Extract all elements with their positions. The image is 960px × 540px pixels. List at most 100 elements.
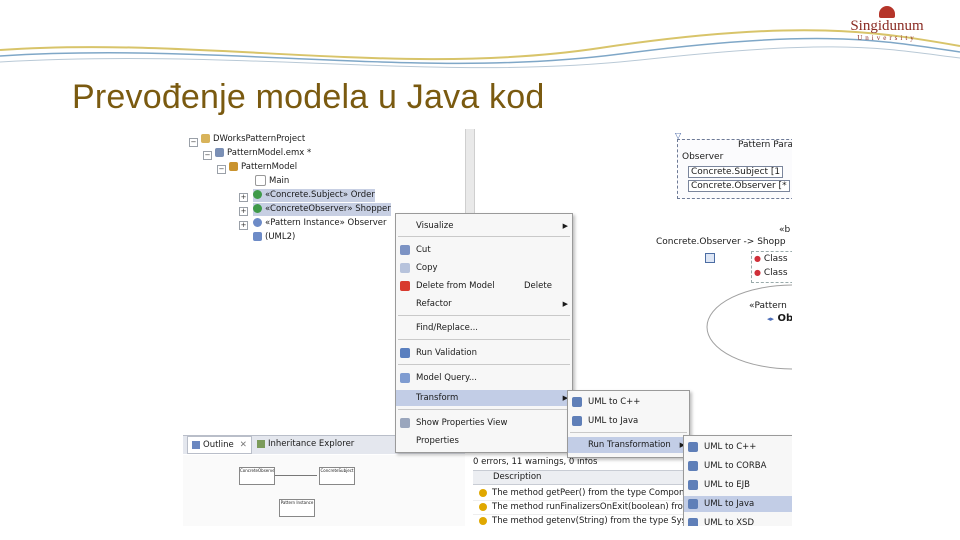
pattern-ellipse <box>706 284 792 370</box>
menu-label: Find/Replace... <box>416 323 479 333</box>
menu-separator <box>398 409 570 410</box>
expand-icon[interactable]: + <box>239 193 248 202</box>
tree-item[interactable]: DWorksPatternProject <box>201 133 305 146</box>
tree-item[interactable]: «Concrete.Subject» Order <box>253 189 375 202</box>
menu-label: UML to XSD <box>704 518 754 526</box>
collapse-icon[interactable]: − <box>189 138 198 147</box>
expand-icon[interactable]: + <box>239 221 248 230</box>
observer-label: Observer <box>682 152 724 162</box>
menu-item-uml-to-xsd[interactable]: UML to XSD <box>684 515 792 526</box>
tree-item[interactable]: PatternModel <box>229 161 297 174</box>
menu-item-properties[interactable]: Properties <box>396 433 572 449</box>
collapse-icon[interactable]: − <box>203 151 212 160</box>
menu-separator <box>570 432 687 433</box>
submenu-arrow-icon: ▶ <box>562 222 568 230</box>
outline-view: ConcreteObserver ConcreteSubject Pattern… <box>183 455 465 526</box>
stereotype-label: «b <box>779 225 791 235</box>
menu-item-show-properties-view[interactable]: Show Properties View <box>396 415 572 431</box>
ide-screenshot: − DWorksPatternProject − PatternModel.em… <box>183 129 792 526</box>
tree-item-label: «Pattern Instance» Observer <box>265 218 387 228</box>
menu-item-visualize[interactable]: Visualize ▶ <box>396 218 572 234</box>
tree-item[interactable]: (UML2) <box>253 231 295 244</box>
warning-icon <box>479 488 487 497</box>
menu-label: UML to Java <box>588 416 639 426</box>
class-label: Class <box>763 254 788 264</box>
tree-item[interactable]: «Pattern Instance» Observer <box>253 217 387 230</box>
tab-label: Inheritance Explorer <box>268 439 355 449</box>
logo-name: Singidunum <box>850 18 924 34</box>
project-icon <box>201 134 210 143</box>
diagram-header: Pattern Para <box>738 140 792 150</box>
outline-connector <box>275 475 317 476</box>
menu-item-uml-to-java[interactable]: UML to Java <box>568 413 689 429</box>
menu-separator <box>398 364 570 365</box>
pattern-name: Ob <box>777 313 792 324</box>
transform-submenu: UML to C++ UML to Java Run Transformatio… <box>567 390 690 458</box>
problem-text: The method getenv(String) from the type … <box>492 516 687 526</box>
menu-item-model-query[interactable]: Model Query... <box>396 370 572 386</box>
close-icon[interactable]: ✕ <box>240 440 247 450</box>
problem-text: The method getPeer() from the type Compo… <box>492 488 685 498</box>
problem-text: The method runFinalizersOnExit(boolean) … <box>492 502 683 512</box>
delete-icon <box>400 281 410 291</box>
pattern-stereotype: «Pattern <box>749 301 787 311</box>
expand-icon[interactable]: + <box>239 207 248 216</box>
tab-outline[interactable]: Outline ✕ <box>187 436 252 454</box>
menu-item-run-transformation[interactable]: Run Transformation▶ <box>568 437 689 453</box>
bullet-icon: ● <box>754 268 761 277</box>
pattern-instance-icon <box>253 218 262 227</box>
tree-item[interactable]: Main <box>255 175 289 188</box>
menu-label: Cut <box>416 245 431 255</box>
menu-item-transform[interactable]: Transform ▶ <box>396 390 572 406</box>
transform-icon <box>688 461 698 471</box>
menu-item-copy[interactable]: Copy <box>396 260 572 276</box>
binding-label: Concrete.Observer -> Shopp <box>656 237 786 247</box>
menu-item-refactor[interactable]: Refactor ▶ <box>396 296 572 312</box>
outline-pattern-box: Pattern Instance <box>279 499 315 517</box>
menu-separator <box>398 315 570 316</box>
subject-param: Concrete.Subject [1 <box>688 166 784 178</box>
transform-icon <box>688 442 698 452</box>
menu-item-find-replace[interactable]: Find/Replace... <box>396 320 572 336</box>
menu-item-uml-to-java[interactable]: UML to Java <box>684 496 792 512</box>
menu-item-cut[interactable]: Cut <box>396 242 572 258</box>
pattern-parameters-box[interactable]: Pattern Para Observer Concrete.Subject [… <box>677 139 792 199</box>
copy-icon <box>400 263 410 273</box>
collapse-icon[interactable]: − <box>217 165 226 174</box>
tree-item-label: PatternModel <box>241 162 298 172</box>
context-menu: Visualize ▶ Cut Copy Delete from Model Del… <box>395 213 573 453</box>
tree-item[interactable]: PatternModel.emx * <box>215 147 311 160</box>
menu-label: Run Transformation <box>588 440 671 450</box>
menu-label: Transform <box>416 393 459 403</box>
transform-icon <box>572 416 582 426</box>
menu-label: UML to CORBA <box>704 461 767 471</box>
pattern-icon: ◂▸ <box>767 315 775 323</box>
warning-icon <box>479 516 487 525</box>
link-icon <box>705 253 715 263</box>
warning-icon <box>479 502 487 511</box>
menu-item-delete-from-model[interactable]: Delete from Model Delete <box>396 278 572 294</box>
menu-item-run-validation[interactable]: Run Validation <box>396 345 572 361</box>
menu-separator <box>398 339 570 340</box>
tree-item[interactable]: «ConcreteObserver» Shopper <box>253 203 391 216</box>
menu-item-uml-to-corba[interactable]: UML to CORBA <box>684 458 792 474</box>
tree-item-label: «ConcreteObserver» Shopper <box>265 204 391 214</box>
menu-label: UML to EJB <box>704 480 750 490</box>
menu-item-uml-to-cpp[interactable]: UML to C++ <box>568 394 689 410</box>
tab-label: Outline <box>203 440 234 450</box>
menu-label: Delete from Model <box>416 281 495 291</box>
tree-item-label: PatternModel.emx * <box>227 148 312 158</box>
tab-inheritance-explorer[interactable]: Inheritance Explorer <box>253 436 358 452</box>
properties-icon <box>400 418 410 428</box>
menu-label: UML to C++ <box>704 442 757 452</box>
menu-label: Properties <box>416 436 459 446</box>
tree-item-label: Main <box>269 176 290 186</box>
slide-title: Prevođenje modela u Java kod <box>72 78 545 116</box>
menu-item-uml-to-cpp[interactable]: UML to C++ <box>684 439 792 455</box>
menu-item-uml-to-ejb[interactable]: UML to EJB <box>684 477 792 493</box>
crest-icon <box>879 6 895 18</box>
menu-label: UML to Java <box>704 499 755 509</box>
menu-label: Visualize <box>416 221 454 231</box>
menu-separator <box>398 236 570 237</box>
transform-icon <box>688 499 698 509</box>
